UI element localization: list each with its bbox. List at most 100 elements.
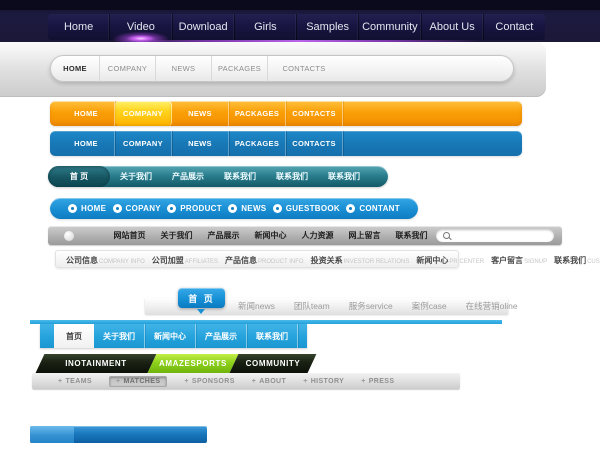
blue-navbar: HOME COMPANY NEWS PACKAGES CONTACTS — [50, 131, 522, 156]
nav-item-copany[interactable]: COPANY — [113, 204, 161, 213]
nav-item-video[interactable]: Video — [110, 14, 172, 40]
nav-item-download[interactable]: Download — [173, 14, 235, 40]
nav-item-about-us[interactable]: About Us — [422, 14, 484, 40]
tab-home[interactable]: HOME — [58, 101, 115, 126]
bullet-icon — [167, 204, 176, 213]
nav-item-product[interactable]: PRODUCT — [167, 204, 222, 213]
tab-contact-3[interactable]: 联系我们 — [318, 166, 370, 187]
gray-cn-items: 网站首页 关于我们 产品展示 新闻中心 人力资源 网上留言 联系我们 — [106, 230, 435, 241]
en-label: COMPANY INFO — [99, 259, 145, 265]
nav-item-affiliates[interactable]: 公司加盟AFFILIATES — [152, 250, 218, 268]
en-label: AFFILIATES — [185, 259, 218, 265]
tab-packages[interactable]: PACKAGES — [212, 56, 268, 81]
nav-item-case[interactable]: 案例case — [412, 300, 447, 312]
nav-item-label: NEWS — [241, 204, 266, 213]
nav-item-message[interactable]: 网上留言 — [341, 230, 388, 241]
en-label: SIGNUP — [524, 259, 547, 265]
top-dark-navbar-inner: Home Video Download Girls Samples Commun… — [48, 14, 545, 40]
nav-item-news[interactable]: 新闻news — [238, 300, 275, 312]
en-label: CUSTOMER SUPPORT — [587, 259, 600, 265]
segment-label: COMMUNITY — [234, 354, 312, 373]
home-button[interactable]: 首 页 — [178, 288, 225, 308]
nav-item-investor[interactable]: 投资关系INVESTOR RELATIONS — [311, 250, 410, 268]
tab-home-active[interactable]: 首页 — [54, 324, 94, 348]
nav-item-contact[interactable]: 联系我们 — [388, 230, 435, 241]
subnav-item-history[interactable]: +HISTORY — [303, 378, 344, 385]
tab-news[interactable]: NEWS — [156, 56, 212, 81]
nav-item-product-info[interactable]: 产品信息PRODUCT INFO — [225, 250, 304, 268]
nav-item-about[interactable]: 关于我们 — [153, 230, 200, 241]
subnav-item-sponsors[interactable]: +SPONSORS — [184, 378, 234, 385]
nav-item-products[interactable]: 产品展示 — [200, 230, 247, 241]
nav-item-community[interactable]: Community — [359, 14, 421, 40]
nav-item-guestbook[interactable]: GUESTBOOK — [273, 204, 340, 213]
segment-amazesports-active[interactable]: AMAZESPORTS — [152, 354, 234, 373]
tab-home-active[interactable]: 首 页 — [48, 166, 110, 187]
nav-item-home[interactable]: Home — [48, 14, 110, 40]
tab-company[interactable]: COMPANY — [115, 131, 172, 156]
teal-pill-navbar: 首 页 关于我们 产品展示 联系我们 联系我们 联系我们 — [48, 166, 388, 187]
nav-item-pr-center[interactable]: 新闻中心PR CENTER — [416, 250, 484, 268]
nav-item-team[interactable]: 团队team — [294, 300, 330, 312]
tab-news[interactable]: NEWS — [172, 101, 229, 126]
tab-contact[interactable]: 联系我们 — [247, 324, 298, 348]
tab-home[interactable]: HOME — [58, 131, 115, 156]
search-box[interactable] — [436, 229, 554, 242]
search-icon — [443, 232, 450, 239]
nav-item-contact[interactable]: Contact — [484, 14, 545, 40]
tab-company-active[interactable]: COMPANY — [115, 101, 172, 126]
nav-item-label: COPANY — [126, 204, 161, 213]
silver-panel: HOME COMPANY NEWS PACKAGES CONTACTS — [0, 42, 546, 97]
tab-contact-1[interactable]: 联系我们 — [214, 166, 266, 187]
sports-subnav: +TEAMS +MATCHES +SPONSORS +ABOUT +HISTOR… — [32, 373, 460, 389]
segment-community[interactable]: COMMUNITY — [234, 354, 312, 373]
nav-item-hr[interactable]: 人力资源 — [294, 230, 341, 241]
bullet-icon — [113, 204, 122, 213]
dropdown-arrow-icon — [197, 309, 205, 314]
plus-marker: + — [361, 378, 366, 385]
tab-contact-2[interactable]: 联系我们 — [266, 166, 318, 187]
segment-label: INOTAINMENT — [40, 354, 152, 373]
nav-item-news-center[interactable]: 新闻中心 — [247, 230, 294, 241]
nav-item-guest-message[interactable]: 客户留言SIGNUP — [491, 250, 547, 268]
subnav-label: SPONSORS — [192, 378, 235, 385]
nav-item-contant[interactable]: CONTANT — [346, 204, 400, 213]
orange-navbar: HOME COMPANY NEWS PACKAGES CONTACTS — [50, 101, 522, 126]
tab-news[interactable]: NEWS — [172, 131, 229, 156]
search-input[interactable] — [454, 230, 550, 241]
cn-label: 客户留言 — [491, 256, 523, 265]
nav-item-girls[interactable]: Girls — [235, 14, 297, 40]
nav-item-contact-us[interactable]: 联系我们CUSTOMER SUPPORT — [554, 250, 600, 268]
white-cn-navbar: 公司信息COMPANY INFO 公司加盟AFFILIATES 产品信息PROD… — [55, 250, 459, 268]
tab-contacts[interactable]: CONTACTS — [268, 56, 340, 81]
subnav-item-about[interactable]: +ABOUT — [252, 378, 286, 385]
tab-news-center[interactable]: 新闻中心 — [145, 324, 196, 348]
tab-home[interactable]: HOME — [51, 56, 100, 81]
en-label: PR CENTER — [449, 259, 484, 265]
tab-products[interactable]: 产品展示 — [162, 166, 214, 187]
nav-item-samples[interactable]: Samples — [297, 14, 359, 40]
tab-contacts[interactable]: CONTACTS — [286, 101, 343, 126]
bullet-icon — [273, 204, 282, 213]
tab-contacts[interactable]: CONTACTS — [286, 131, 343, 156]
subnav-item-press[interactable]: +PRESS — [361, 378, 394, 385]
nav-item-site-home[interactable]: 网站首页 — [106, 230, 153, 241]
nav-item-service[interactable]: 服务service — [349, 300, 393, 312]
tab-about[interactable]: 关于我们 — [94, 324, 145, 348]
tab-products[interactable]: 产品展示 — [196, 324, 247, 348]
nav-item-news[interactable]: NEWS — [228, 204, 266, 213]
segment-inotainment[interactable]: INOTAINMENT — [40, 354, 152, 373]
plus-marker: + — [303, 378, 308, 385]
tab-company[interactable]: COMPANY — [100, 56, 156, 81]
nav-item-online[interactable]: 在线营销oline — [466, 300, 518, 312]
cn-label: 产品信息 — [225, 256, 257, 265]
cn-label: 投资关系 — [311, 256, 343, 265]
tab-about[interactable]: 关于我们 — [110, 166, 162, 187]
nav-item-home[interactable]: HOME — [68, 204, 106, 213]
subnav-item-matches-active[interactable]: +MATCHES — [109, 376, 167, 387]
tab-packages[interactable]: PACKAGES — [229, 101, 286, 126]
cn-label: 公司信息 — [66, 256, 98, 265]
nav-item-company-info[interactable]: 公司信息COMPANY INFO — [66, 250, 145, 268]
tab-packages[interactable]: PACKAGES — [229, 131, 286, 156]
subnav-item-teams[interactable]: +TEAMS — [58, 378, 92, 385]
